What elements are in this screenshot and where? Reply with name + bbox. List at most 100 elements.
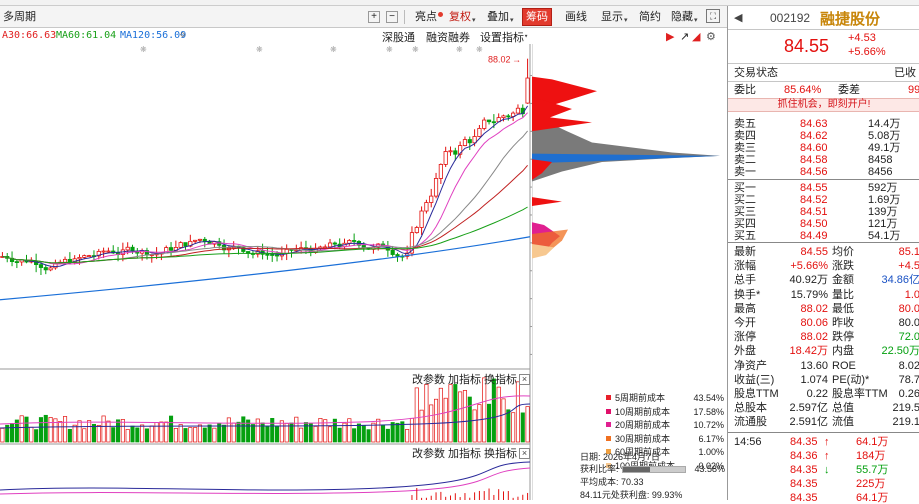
- candle-body: [433, 178, 439, 197]
- pointer-icon[interactable]: ↗: [680, 30, 689, 43]
- bid-row[interactable]: 买三 84.51 139万: [728, 206, 919, 218]
- event-marker-icon[interactable]: ❋: [456, 45, 463, 54]
- volume-bar: [38, 417, 43, 443]
- avg-cost-value: 70.33: [621, 477, 644, 487]
- ask-row[interactable]: 卖三 84.60 49.1万: [728, 142, 919, 154]
- hk-connect-link[interactable]: 深股通: [382, 29, 415, 45]
- candle-body: [178, 242, 183, 248]
- volume-bar: [10, 423, 15, 443]
- bid-row[interactable]: 买四 84.50 121万: [728, 218, 919, 230]
- ask-label: 卖四: [734, 130, 756, 142]
- switch-indicator-link[interactable]: 换指标: [484, 448, 517, 460]
- chip-distribution-button[interactable]: 筹码: [522, 8, 552, 26]
- profit-ratio-label: 获利比率:: [580, 464, 619, 474]
- simple-mode-button[interactable]: 简约: [636, 9, 664, 25]
- close-icon[interactable]: ×: [519, 374, 530, 385]
- quote-label: 外盘: [734, 345, 756, 358]
- event-marker-icon[interactable]: ❋: [140, 45, 147, 54]
- draw-line-button[interactable]: 画线: [562, 9, 590, 25]
- overlay-button[interactable]: 叠加: [484, 9, 512, 25]
- quote-label: 量比: [832, 288, 854, 301]
- chevron-down-icon: ▾: [694, 17, 698, 24]
- hide-button[interactable]: 隐藏: [668, 9, 696, 25]
- chip-legend-row: 30周期前成本 6.17%: [600, 433, 724, 445]
- volume-bar: [515, 381, 520, 443]
- volume-bar: [164, 421, 169, 443]
- restore-rights-button[interactable]: 复权: [446, 9, 474, 25]
- edit-params-link[interactable]: 改参数: [412, 448, 445, 460]
- event-marker-icon[interactable]: ❋: [386, 45, 393, 54]
- event-marker-icon[interactable]: ❋: [256, 45, 263, 54]
- add-indicator-link[interactable]: 加指标: [448, 448, 481, 460]
- zoom-in-icon[interactable]: +: [368, 11, 380, 23]
- highlight-button[interactable]: 亮点: [412, 9, 440, 25]
- bid-row[interactable]: 买五 84.49 54.1万: [728, 230, 919, 242]
- profit-ratio-value: 43.58%: [694, 464, 725, 474]
- ask-price: 84.63: [800, 118, 828, 130]
- quote-value: 80.0: [898, 317, 919, 329]
- volume-bar: [207, 424, 212, 443]
- candle-body: [106, 250, 111, 253]
- candle-body: [515, 107, 521, 114]
- quote-row: 流通股 2.591亿 流值 219.1: [728, 416, 919, 428]
- last-price: 84.55: [784, 36, 830, 56]
- ask-row[interactable]: 卖四 84.62 5.08万: [728, 130, 919, 142]
- ask-row[interactable]: 卖二 84.58 8458: [728, 154, 919, 166]
- chip-legend-row: 20周期前成本 10.72%: [600, 419, 724, 431]
- ask-row[interactable]: 卖一 84.56 8456: [728, 166, 919, 178]
- period-button[interactable]: 多周期: [0, 9, 39, 25]
- trade-status-row: 交易状态 已收: [728, 67, 919, 79]
- flag-icon[interactable]: ▶: [666, 30, 674, 43]
- close-icon[interactable]: ×: [519, 448, 530, 459]
- back-icon[interactable]: ◀: [734, 11, 742, 24]
- volume-bar: [212, 427, 217, 443]
- quote-label: 昨收: [832, 317, 854, 329]
- quote-row: 股息TTM 0.22 股息率TTM 0.26: [728, 388, 919, 400]
- candle-body: [323, 246, 328, 249]
- volume-bar: [491, 378, 496, 443]
- fullscreen-icon[interactable]: ⛶: [706, 9, 720, 23]
- quote-label: 今开: [734, 317, 756, 329]
- quote-row: 最高 88.02 最低 80.0: [728, 303, 919, 315]
- kline-chart[interactable]: 85.0080.0075.0070.0065.0060.0055.0050.00…: [0, 44, 580, 500]
- gear-icon[interactable]: ⚙: [706, 30, 716, 43]
- bid-row[interactable]: 买二 84.52 1.69万: [728, 194, 919, 206]
- quote-value: 219.5: [892, 402, 919, 415]
- edit-params-link[interactable]: 改参数: [412, 374, 445, 386]
- stock-name: 融捷股份: [820, 11, 881, 28]
- volume-bar: [77, 420, 82, 443]
- legend-swatch: [606, 435, 611, 441]
- candle-body: [347, 240, 352, 244]
- ask-label: 卖三: [734, 142, 756, 154]
- volume-bar: [250, 424, 255, 443]
- volume-bar: [63, 416, 68, 443]
- quote-value: 1.074: [800, 373, 828, 386]
- tick-direction-icon: ↑: [824, 436, 830, 448]
- promo-banner[interactable]: 抓住机会，即刻开户!: [728, 98, 919, 112]
- event-marker-icon[interactable]: ❋: [330, 45, 337, 54]
- add-indicator-link[interactable]: 加指标: [448, 374, 481, 386]
- display-button[interactable]: 显示: [598, 9, 626, 25]
- quote-value: 80.0: [898, 302, 919, 315]
- bid-volume: 139万: [868, 206, 898, 218]
- ma-line: [2, 206, 528, 264]
- zoom-out-icon[interactable]: −: [386, 11, 398, 23]
- candle-body: [125, 246, 130, 251]
- event-marker-icon[interactable]: ❋: [412, 45, 419, 54]
- event-marker-icon[interactable]: ❋: [476, 45, 483, 54]
- candle-body: [38, 264, 44, 268]
- settings-toggle-icon[interactable]: ◇: [180, 30, 185, 40]
- volume-bar: [101, 415, 106, 443]
- bid-row[interactable]: 买一 84.55 592万: [728, 182, 919, 194]
- volume-bar: [169, 415, 174, 443]
- margin-trading-link[interactable]: 融资融券: [426, 29, 470, 45]
- chip-toggle-icon[interactable]: ◢: [692, 30, 700, 43]
- bid-volume: 54.1万: [868, 230, 901, 242]
- ask-row[interactable]: 卖五 84.63 14.4万: [728, 118, 919, 130]
- switch-indicator-link[interactable]: 换指标: [484, 374, 517, 386]
- chip-legend-row: 10周期前成本 17.58%: [600, 406, 724, 418]
- candle-body: [482, 119, 487, 129]
- legend-label: 10周期前成本: [615, 406, 671, 417]
- indicator-settings-link[interactable]: 设置指标: [480, 29, 524, 45]
- volume-bar: [299, 427, 304, 443]
